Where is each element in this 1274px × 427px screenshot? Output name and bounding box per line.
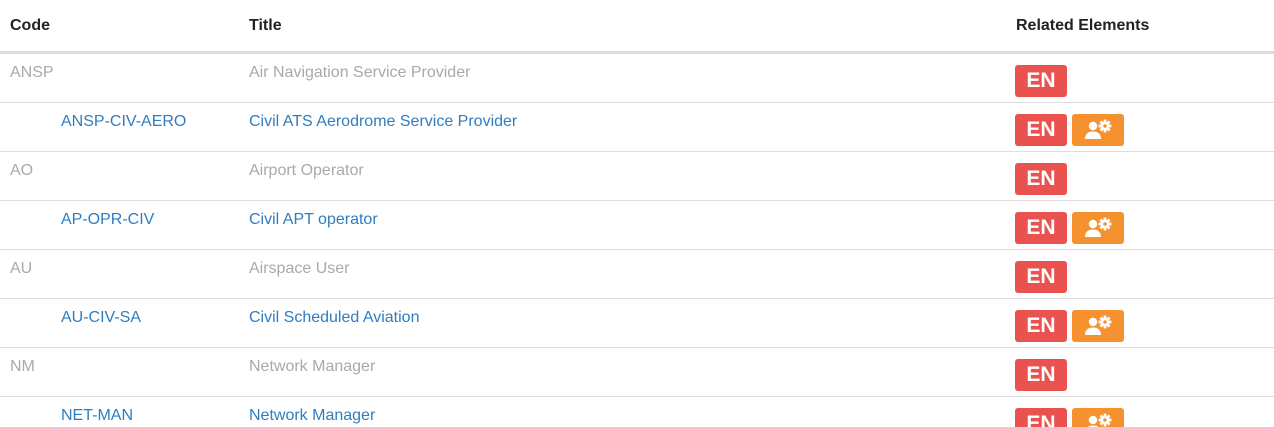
en-badge[interactable]: EN [1015, 359, 1067, 391]
related-elements: EN [1015, 261, 1067, 293]
table-row: NET-MAN Network Manager EN [0, 397, 1274, 427]
row-title-link[interactable]: Network Manager [249, 406, 375, 426]
table-row: AP-OPR-CIV Civil APT operator EN [0, 201, 1274, 250]
row-title: Air Navigation Service Provider [249, 64, 471, 81]
column-header-code[interactable]: Code [10, 17, 50, 35]
stakeholder-table: Code Title Related Elements ANSP Air Nav… [0, 0, 1274, 427]
user-gear-icon [1087, 413, 1112, 427]
row-code: AO [10, 162, 34, 179]
related-elements: EN [1015, 163, 1067, 195]
table-row: AU-CIV-SA Civil Scheduled Aviation EN [0, 299, 1274, 348]
related-elements: EN [1015, 114, 1124, 146]
en-badge[interactable]: EN [1015, 65, 1067, 97]
user-gear-icon [1085, 315, 1112, 335]
user-gear-icon [1085, 119, 1112, 139]
en-badge[interactable]: EN [1015, 261, 1067, 293]
row-code: ANSP [10, 64, 54, 81]
related-elements: EN [1015, 408, 1124, 427]
table-row: ANSP-CIV-AERO Civil ATS Aerodrome Servic… [0, 103, 1274, 152]
en-badge[interactable]: EN [1015, 212, 1067, 244]
related-elements: EN [1015, 65, 1067, 97]
en-badge[interactable]: EN [1015, 114, 1067, 146]
role-badge[interactable] [1072, 114, 1124, 146]
user-gear-icon [1085, 217, 1112, 237]
row-code-link[interactable]: AU-CIV-SA [61, 308, 141, 328]
table-row: ANSP Air Navigation Service Provider EN [0, 54, 1274, 103]
en-badge[interactable]: EN [1015, 310, 1067, 342]
related-elements: EN [1015, 212, 1124, 244]
en-badge[interactable]: EN [1015, 163, 1067, 195]
table-header: Code Title Related Elements [0, 0, 1274, 54]
row-code-link[interactable]: AP-OPR-CIV [61, 210, 154, 230]
table-row: NM Network Manager EN [0, 348, 1274, 397]
related-elements: EN [1015, 310, 1124, 342]
row-title-link[interactable]: Civil Scheduled Aviation [249, 308, 419, 328]
related-elements: EN [1015, 359, 1067, 391]
column-header-title[interactable]: Title [249, 17, 282, 35]
row-code: AU [10, 260, 33, 277]
table-row: AU Airspace User EN [0, 250, 1274, 299]
row-title: Network Manager [249, 358, 376, 375]
row-title: Airport Operator [249, 162, 364, 179]
role-badge[interactable] [1072, 310, 1124, 342]
row-title-link[interactable]: Civil ATS Aerodrome Service Provider [249, 112, 517, 132]
row-title-link[interactable]: Civil APT operator [249, 210, 378, 230]
table-row: AO Airport Operator EN [0, 152, 1274, 201]
role-badge[interactable] [1072, 408, 1124, 427]
row-code-link[interactable]: ANSP-CIV-AERO [61, 112, 186, 132]
row-code-link[interactable]: NET-MAN [61, 406, 133, 426]
column-header-related-elements: Related Elements [1016, 17, 1150, 34]
row-code: NM [10, 358, 35, 375]
en-badge[interactable]: EN [1015, 408, 1067, 427]
role-badge[interactable] [1072, 212, 1124, 244]
row-title: Airspace User [249, 260, 350, 277]
